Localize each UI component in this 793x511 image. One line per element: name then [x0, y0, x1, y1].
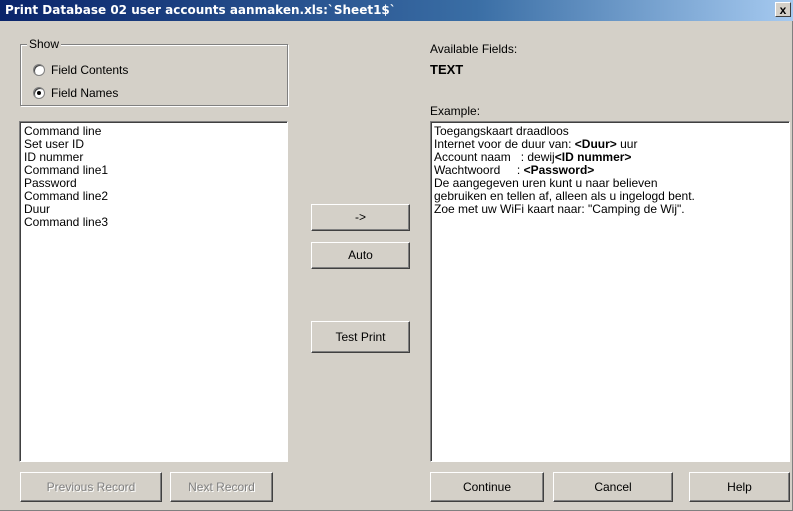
print-database-dialog: Print Database 02 user accounts aanmaken…: [0, 0, 793, 511]
list-item[interactable]: Command line3: [24, 216, 283, 229]
show-group-label: Show: [27, 37, 62, 51]
available-fields-value: TEXT: [430, 62, 464, 77]
previous-record-button[interactable]: Previous Record: [20, 472, 162, 502]
test-print-button[interactable]: Test Print: [311, 321, 410, 353]
fields-listbox[interactable]: Command line Set user ID ID nummer Comma…: [19, 121, 288, 462]
radio-field-contents[interactable]: Field Contents: [33, 63, 128, 77]
continue-button[interactable]: Continue: [430, 472, 544, 502]
radio-field-contents-label: Field Contents: [51, 63, 129, 77]
cancel-button[interactable]: Cancel: [553, 472, 673, 502]
close-button[interactable]: x: [775, 2, 791, 17]
available-fields-label: Available Fields:: [430, 42, 518, 56]
insert-field-button[interactable]: ->: [311, 204, 410, 231]
radio-field-names[interactable]: Field Names: [33, 86, 118, 100]
example-line: Zoe met uw WiFi kaart naar: "Camping de …: [434, 202, 685, 216]
example-textbox[interactable]: Toegangskaart draadloos Internet voor de…: [430, 121, 790, 462]
help-button[interactable]: Help: [689, 472, 790, 502]
radio-field-names-label: Field Names: [51, 86, 119, 100]
example-label: Example:: [430, 104, 481, 118]
show-group: Show Field Contents Field Names: [20, 37, 288, 106]
radio-field-names-dot[interactable]: [33, 87, 45, 99]
next-record-button[interactable]: Next Record: [170, 472, 273, 502]
window-title: Print Database 02 user accounts aanmaken…: [5, 3, 396, 17]
radio-field-contents-dot[interactable]: [33, 64, 45, 76]
auto-button[interactable]: Auto: [311, 242, 410, 269]
list-item[interactable]: Command line2: [24, 190, 283, 203]
title-bar[interactable]: Print Database 02 user accounts aanmaken…: [0, 0, 793, 21]
